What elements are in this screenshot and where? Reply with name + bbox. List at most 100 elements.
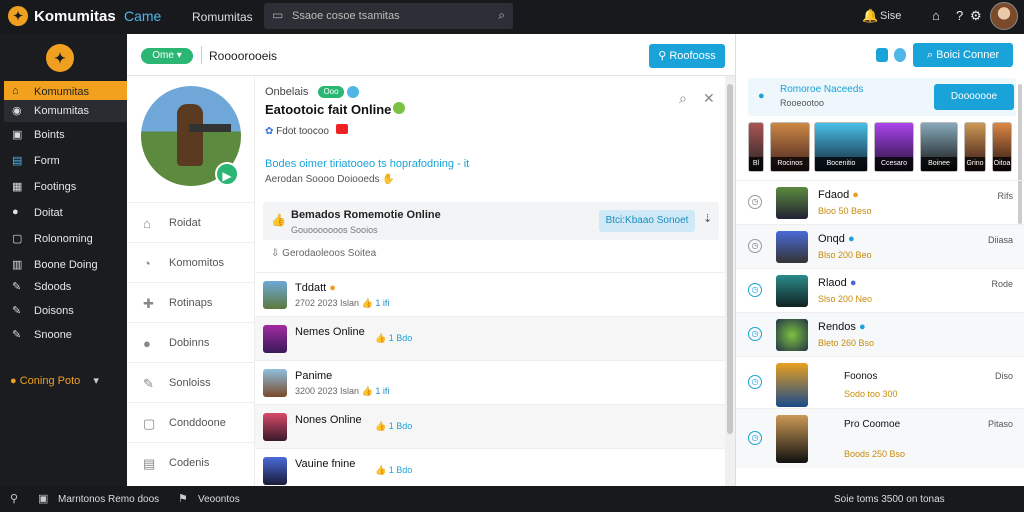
leaderboard-row[interactable]: ◷ Fdaod ● Bloo 50 Beso Rifs bbox=[736, 180, 1024, 224]
notification-icon[interactable]: 🔔 bbox=[862, 8, 878, 24]
row-meta: Slso 200 Neo bbox=[818, 294, 873, 304]
search-icon[interactable]: ⌕ bbox=[679, 90, 687, 107]
profile-nav-roidat[interactable]: ⌂ Roidat bbox=[127, 202, 255, 242]
sidebar-item-doitat[interactable]: ● Doitat bbox=[4, 202, 127, 224]
game-thumbnail bbox=[776, 275, 808, 307]
rank-icon: ◷ bbox=[748, 239, 762, 253]
feed-item[interactable]: Tddatt ● 2702 2023 Islan 👍 1 ifi bbox=[255, 272, 725, 316]
leaderboard-row[interactable]: ◷ Onqd ● Blso 200 Beo Diiasa bbox=[736, 224, 1024, 268]
feed-thumbnail bbox=[263, 281, 287, 309]
row-right-label: Rode bbox=[991, 279, 1013, 289]
row-name: Pro Coomoe bbox=[844, 419, 901, 430]
bookmark-icon[interactable] bbox=[876, 48, 888, 62]
help-icon[interactable]: ? bbox=[956, 8, 963, 23]
join-community-button[interactable]: ⌕ Boici Conner bbox=[913, 43, 1013, 67]
verified-icon bbox=[347, 86, 359, 98]
share-icon[interactable] bbox=[894, 48, 906, 62]
shield-icon[interactable]: ⌂ bbox=[932, 8, 940, 23]
app-title[interactable]: Komumitas bbox=[34, 8, 116, 25]
tools-icon: ✎ bbox=[12, 281, 22, 293]
sidebar-item-doisons[interactable]: ✎ Doisons bbox=[4, 300, 127, 322]
sidebar-item-rolonoming[interactable]: ▢ Rolonoming bbox=[4, 228, 127, 250]
sidebar-item-boone-doing[interactable]: ▥ Boone Doing bbox=[4, 254, 127, 276]
sidebar-item-footings[interactable]: ▦ Footings bbox=[4, 176, 127, 198]
settings-icon[interactable]: ⚙ bbox=[970, 8, 982, 24]
community-nav-link[interactable]: Romumitas bbox=[192, 10, 253, 24]
profile-nav-sonloiss[interactable]: ✎ Sonloiss bbox=[127, 362, 255, 402]
online-status-dropdown[interactable]: Ome ▾ bbox=[141, 48, 193, 64]
game-tile[interactable]: Grino bbox=[964, 122, 986, 172]
event-join-button[interactable]: Btci:Kbaao Sonoet bbox=[599, 210, 695, 232]
search-input[interactable]: ▭ Ssaoe cosoe tsamitas ⌕ bbox=[264, 3, 513, 29]
footer-link[interactable]: Veoontos bbox=[198, 494, 240, 505]
profile-nav-komomitos[interactable]: ◔ Komomitos bbox=[127, 242, 255, 282]
profile-nav-conddoone[interactable]: ▢ Conddoone bbox=[127, 402, 255, 442]
feed-item-stat: 👍 1 Bdo bbox=[375, 465, 413, 475]
menu-icon: ▭ bbox=[272, 8, 284, 22]
panel-scrollbar-thumb[interactable] bbox=[727, 84, 733, 434]
game-tile-strip: Bl Rocinos Bocenitio Ccesaro Boinee Grin… bbox=[748, 122, 1024, 174]
profile-nav-codenis[interactable]: ▤ Codenis bbox=[127, 442, 255, 482]
user-label[interactable]: Sise bbox=[880, 10, 901, 22]
user-icon[interactable]: ⚲ bbox=[10, 492, 18, 505]
event-card: 👍 Bemados Romemotie Online Gouooooooos S… bbox=[263, 202, 719, 240]
feed-thumbnail bbox=[263, 457, 287, 485]
feed-item[interactable]: Nemes Online 👍 1 Bdo bbox=[255, 316, 725, 360]
sidebar-item-komumitas-sub[interactable]: ◉ Komumitas bbox=[4, 100, 127, 122]
game-tile[interactable]: Bl bbox=[748, 122, 764, 172]
game-tile[interactable]: Rocinos bbox=[770, 122, 810, 172]
promo-title: Romoroe Naceeds bbox=[780, 84, 864, 95]
game-tile[interactable]: Oitoa bbox=[992, 122, 1012, 172]
profile-main-column: Onbelais Ooo Eatootoic fait Online ✿ Fdo… bbox=[255, 76, 725, 486]
profile-nav-dobinns[interactable]: ● Dobinns bbox=[127, 322, 255, 362]
search-placeholder: Ssaoe cosoe tsamitas bbox=[292, 10, 400, 22]
footer-link[interactable]: Marntonos Remo doos bbox=[58, 494, 159, 505]
bottom-bar: ⚲ ▣ Marntonos Remo doos ⚑ Veoontos Soie … bbox=[0, 486, 1024, 512]
feed-item[interactable]: Panime 3200 2023 Islan 👍 1 ifi bbox=[255, 360, 725, 404]
search-icon: ⌕ bbox=[926, 49, 934, 61]
feed-item[interactable]: Nones Online 👍 1 Bdo bbox=[255, 404, 725, 448]
user-avatar[interactable] bbox=[990, 2, 1018, 30]
game-tile[interactable]: Boinee bbox=[920, 122, 958, 172]
sidebar-item-form[interactable]: ▤ Form bbox=[4, 150, 127, 172]
status-line: Bodes oimer tiriatooeo ts hoprafodning -… bbox=[265, 158, 470, 170]
right-panel: ⌕ Boici Conner ● Romoroe Naceeds Rooeoot… bbox=[735, 34, 1024, 486]
search-icon[interactable]: ⌕ bbox=[498, 8, 505, 23]
app-logo-icon[interactable]: ✦ bbox=[8, 6, 28, 26]
youtube-icon[interactable] bbox=[335, 124, 348, 134]
game-tile[interactable]: Ccesaro bbox=[874, 122, 914, 172]
leaderboard-row[interactable]: ◷ Rlaod ● Slso 200 Neo Rode bbox=[736, 268, 1024, 312]
leaderboard-row[interactable]: ◷ Pro Coomoe Boods 250 Bso Pitaso bbox=[736, 408, 1024, 468]
thumbs-up-icon: 👍 bbox=[271, 213, 286, 227]
promo-button[interactable]: Dooooooe bbox=[934, 84, 1014, 110]
community-icon: ◔ bbox=[143, 256, 151, 271]
feed-item-stat: 👍 1 Bdo bbox=[375, 333, 413, 343]
lock-icon: ● bbox=[758, 90, 765, 102]
sidebar-item-points[interactable]: ▣ Boints bbox=[4, 124, 127, 146]
game-nav-link[interactable]: Came bbox=[124, 8, 161, 24]
follow-button[interactable]: ⚲ Roofooss bbox=[649, 44, 725, 68]
feed-item-name: Panime bbox=[295, 370, 333, 382]
download-icon: ⇩ bbox=[271, 248, 280, 259]
flag-icon[interactable]: ⚑ bbox=[178, 492, 188, 505]
rank-icon: ◷ bbox=[748, 195, 762, 209]
feed-icon: ▦ bbox=[12, 181, 23, 193]
profile-nav-rotinaps[interactable]: ✚ Rotinaps bbox=[127, 282, 255, 322]
game-tile[interactable]: Bocenitio bbox=[814, 122, 868, 172]
expand-icon[interactable]: ⇣ bbox=[703, 212, 712, 225]
sidebar-item-snoone[interactable]: ✎ Snoone bbox=[4, 324, 127, 346]
leaderboard-row[interactable]: ◷ Foonos Sodo too 300 Diso bbox=[736, 356, 1024, 408]
download-line[interactable]: ⇩ Gerodaoleoos Soitea bbox=[271, 248, 376, 259]
leaderboard-row[interactable]: ◷ Rendos ● Bleto 260 Bso bbox=[736, 312, 1024, 356]
verified-icon: ● bbox=[847, 233, 855, 245]
community-logo-icon[interactable]: ✦ bbox=[46, 44, 74, 72]
sidebar-game-dropdown[interactable]: ● Coning Poto ▾ bbox=[10, 374, 99, 387]
feed-item-name: Vauine fnine bbox=[295, 458, 356, 470]
chat-icon[interactable]: ▣ bbox=[38, 492, 48, 505]
row-name: Onqd ● bbox=[818, 233, 855, 245]
sidebar-item-sdoods[interactable]: ✎ Sdoods bbox=[4, 276, 127, 298]
play-icon[interactable]: ▶ bbox=[215, 162, 239, 186]
user-icon: ⚲ bbox=[658, 50, 667, 62]
feed-item-meta: 2702 2023 Islan 👍 1 ifi bbox=[295, 298, 390, 308]
close-icon[interactable]: ✕ bbox=[703, 90, 715, 107]
